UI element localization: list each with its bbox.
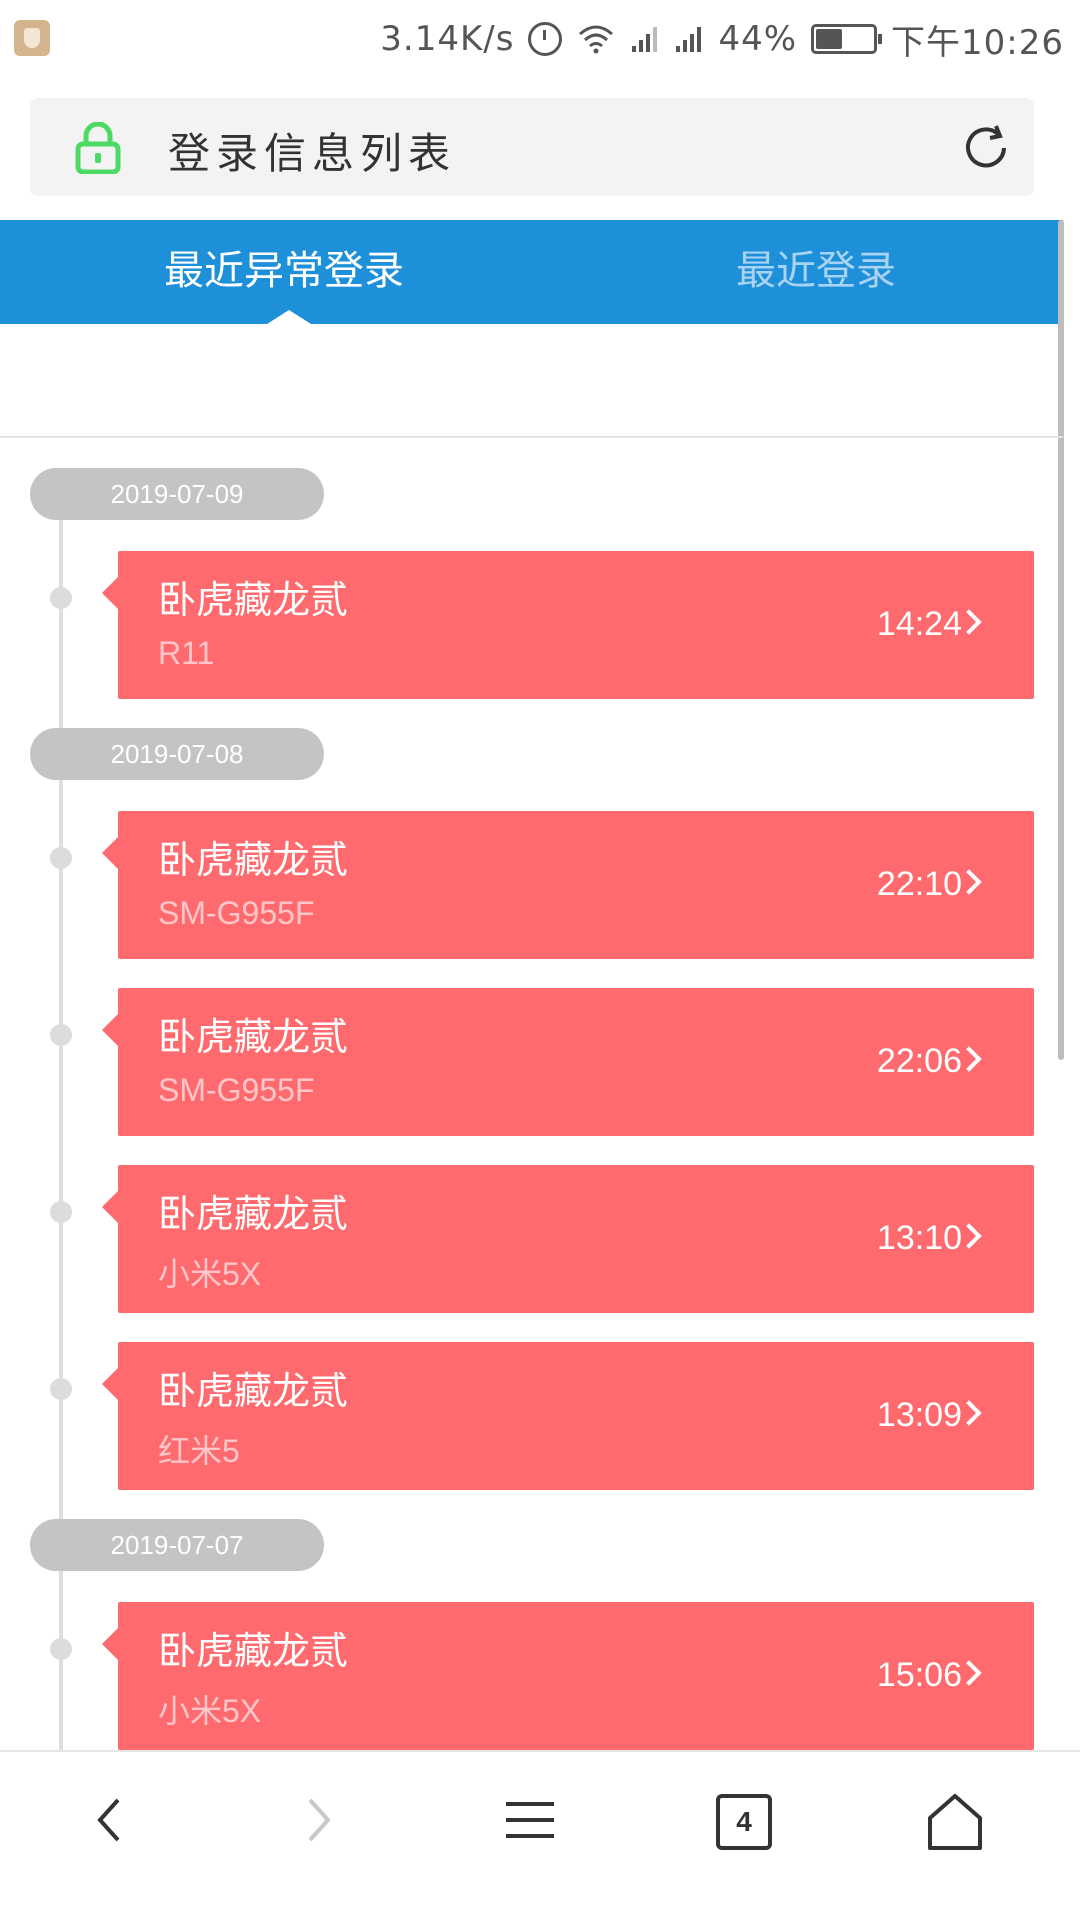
wifi-icon xyxy=(576,24,616,54)
account-name: 卧虎藏龙贰 xyxy=(158,838,349,882)
active-tab-indicator xyxy=(267,310,311,324)
tabs-icon[interactable]: 4 xyxy=(716,1794,772,1850)
status-bar: 3.14K/s 44% 下午10:26 xyxy=(0,0,1080,78)
scrollbar[interactable] xyxy=(1058,220,1064,1060)
battery-percent: 44% xyxy=(718,19,798,59)
login-time: 13:09 xyxy=(876,1396,962,1434)
login-time: 13:10 xyxy=(876,1219,962,1257)
device-name: R11 xyxy=(158,635,215,671)
login-time: 22:10 xyxy=(876,865,962,903)
device-name: SM-G955F xyxy=(158,1072,315,1108)
login-record-card[interactable]: 卧虎藏龙贰 小米5X 15:06 xyxy=(102,1602,1034,1750)
date-pill: 2019-07-09 xyxy=(30,468,324,520)
signal-icon-1 xyxy=(630,24,660,54)
network-speed: 3.14K/s xyxy=(380,19,515,59)
page-title: 登录信息列表 xyxy=(168,129,457,178)
tab-bar: 最近异常登录 最近登录 xyxy=(0,220,1063,324)
login-record-card[interactable]: 卧虎藏龙贰 SM-G955F 22:10 xyxy=(102,811,1034,959)
account-name: 卧虎藏龙贰 xyxy=(158,1192,349,1236)
date-pill: 2019-07-08 xyxy=(30,728,324,780)
login-record-card[interactable]: 卧虎藏龙贰 R11 14:24 xyxy=(102,551,1034,699)
menu-icon[interactable] xyxy=(504,1790,556,1854)
device-name: SM-G955F xyxy=(158,895,315,931)
address-bar[interactable]: 登录信息列表 xyxy=(30,98,1034,196)
account-name: 卧虎藏龙贰 xyxy=(158,1369,349,1413)
login-record-card[interactable]: 卧虎藏龙贰 小米5X 13:10 xyxy=(102,1165,1034,1313)
login-time: 14:24 xyxy=(876,605,962,643)
tab-recent-login[interactable]: 最近登录 xyxy=(736,238,896,296)
timeline-dot xyxy=(50,587,72,609)
account-name: 卧虎藏龙贰 xyxy=(158,1629,349,1673)
battery-icon xyxy=(811,24,883,54)
home-icon[interactable] xyxy=(924,1790,986,1858)
alarm-icon xyxy=(528,22,563,56)
login-time: 15:06 xyxy=(876,1656,962,1694)
timeline-dot xyxy=(50,1024,72,1046)
device-name: 红米5 xyxy=(158,1433,240,1469)
login-record-card[interactable]: 卧虎藏龙贰 红米5 13:09 xyxy=(102,1342,1034,1490)
date-pill: 2019-07-07 xyxy=(30,1519,324,1571)
forward-icon[interactable] xyxy=(300,1790,340,1854)
account-name: 卧虎藏龙贰 xyxy=(158,578,349,622)
login-time: 22:06 xyxy=(876,1042,962,1080)
timeline-dot xyxy=(50,1201,72,1223)
bottom-nav-bar: 4 xyxy=(0,1750,1080,1922)
timeline-dot xyxy=(50,847,72,869)
status-icons: 3.14K/s 44% 下午10:26 xyxy=(380,14,1064,64)
lock-icon xyxy=(74,121,122,178)
clock: 下午10:26 xyxy=(891,22,1064,63)
signal-icon-2 xyxy=(674,24,704,54)
timeline-dot xyxy=(50,1378,72,1400)
divider xyxy=(0,436,1063,438)
refresh-icon[interactable] xyxy=(960,122,1012,178)
device-name: 小米5X xyxy=(158,1693,262,1729)
back-icon[interactable] xyxy=(88,1790,128,1854)
tab-recent-abnormal-login[interactable]: 最近异常登录 xyxy=(164,238,404,296)
login-record-card[interactable]: 卧虎藏龙贰 SM-G955F 22:06 xyxy=(102,988,1034,1136)
timeline-dot xyxy=(50,1638,72,1660)
account-name: 卧虎藏龙贰 xyxy=(158,1015,349,1059)
app-shield-icon xyxy=(14,20,50,56)
device-name: 小米5X xyxy=(158,1256,262,1292)
